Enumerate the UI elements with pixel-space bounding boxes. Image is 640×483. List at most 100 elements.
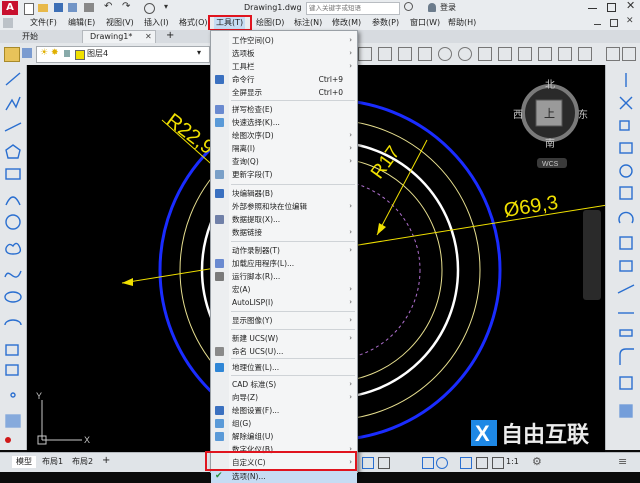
login-label[interactable]: 登录 — [440, 2, 456, 14]
tools-menu-item[interactable]: 显示图像(Y) › — [211, 314, 357, 327]
viewcube-top[interactable]: 上 — [544, 107, 555, 120]
ortho-icon[interactable] — [422, 457, 434, 469]
tools-menu-item[interactable]: 数据提取(X)... — [211, 213, 357, 226]
snap-icon[interactable] — [378, 457, 390, 469]
app-logo[interactable]: A — [2, 1, 18, 15]
tools-menu-item[interactable]: 数据链接 › — [211, 226, 357, 239]
tools-menu-item[interactable]: 绘图次序(D) › — [211, 129, 357, 142]
wcs-label[interactable]: WCS — [542, 161, 559, 168]
grid-icon[interactable] — [362, 457, 374, 469]
tools-menu-item[interactable]: 更新字段(T) — [211, 168, 357, 181]
continue-dim-icon[interactable] — [518, 47, 532, 61]
baseline-dim-icon[interactable] — [498, 47, 512, 61]
match-layer-icon[interactable] — [358, 47, 372, 61]
menu-view[interactable]: 视图(V) — [104, 17, 136, 29]
tab-drawing-bg[interactable]: Drawing1* ✕ — [82, 30, 156, 43]
angular-dim-icon[interactable] — [478, 47, 492, 61]
viewcube-north[interactable]: 北 — [545, 79, 555, 91]
menu-modify[interactable]: 修改(M) — [330, 17, 363, 29]
chevron-down-icon[interactable]: ▾ — [197, 48, 201, 57]
layer-properties-icon[interactable] — [4, 47, 20, 62]
menu-format[interactable]: 格式(O) — [177, 17, 210, 29]
tools-menu-item[interactable]: 动作录制器(T) › — [211, 244, 357, 257]
menubar-restore-icon[interactable] — [610, 19, 618, 27]
redo-icon[interactable]: ↷ — [122, 1, 130, 12]
undo-icon[interactable]: ↶ — [104, 1, 112, 12]
menubar-close-icon[interactable]: ✕ — [626, 16, 634, 26]
annotation-scale-value[interactable]: 1:1 — [506, 456, 519, 468]
layer-dropdown[interactable]: ☀ ✸ 图层4 ▾ — [36, 46, 210, 63]
tools-menu-item[interactable]: 工作空间(O) › — [211, 34, 357, 47]
tab-start[interactable]: 开始 — [22, 31, 38, 43]
close-icon[interactable]: ✕ — [626, 0, 635, 12]
linear-dim-icon[interactable] — [398, 47, 412, 61]
tools-menu-item[interactable]: 全屏显示 Ctrl+0 — [211, 86, 357, 99]
tolerance-icon[interactable] — [558, 47, 572, 61]
menu-draw[interactable]: 绘图(D) — [254, 17, 286, 29]
user-icon[interactable] — [428, 3, 436, 12]
add-layout-tab[interactable]: + — [102, 455, 110, 467]
tools-menu-item[interactable]: 外部参照和块在位编辑 › — [211, 200, 357, 213]
tools-menu-item[interactable]: 地理位置(L)... — [211, 361, 357, 374]
menu-window[interactable]: 窗口(W) — [408, 17, 442, 29]
viewcube-south[interactable]: 南 — [545, 137, 555, 150]
menu-parametric[interactable]: 参数(P) — [370, 17, 401, 29]
tools-menu-item[interactable]: 命名 UCS(U)... — [211, 345, 357, 358]
layout2-tab[interactable]: 布局2 — [72, 456, 93, 468]
tools-menu-item[interactable]: 新建 UCS(W) › — [211, 332, 357, 345]
customize-menu-icon[interactable]: ≡ — [618, 455, 627, 468]
dropdown-arrow-icon[interactable]: ▾ — [164, 2, 168, 11]
aligned-dim-icon[interactable] — [418, 47, 432, 61]
radius-dim-icon[interactable] — [438, 47, 452, 61]
tools-menu-item[interactable]: 绘图设置(F)... — [211, 404, 357, 417]
center-mark-icon[interactable] — [578, 47, 592, 61]
dim-diameter-text[interactable]: Ø69,3 — [502, 192, 559, 222]
tools-menu-item[interactable]: 宏(A) › — [211, 283, 357, 296]
menu-insert[interactable]: 插入(I) — [142, 17, 171, 29]
print-icon[interactable] — [84, 3, 94, 12]
search-box[interactable] — [306, 2, 400, 15]
dim-style-icon[interactable] — [378, 47, 392, 61]
search-icon[interactable] — [404, 2, 413, 11]
tools-menu-item[interactable]: 命令行 Ctrl+9 — [211, 73, 357, 86]
menu-help[interactable]: 帮助(H) — [446, 17, 478, 29]
tools-menu-item[interactable]: 块编辑器(B) — [211, 187, 357, 200]
tools-menu-item[interactable]: CAD 标准(S) › — [211, 378, 357, 391]
menu-edit[interactable]: 编辑(E) — [66, 17, 97, 29]
menubar-minimize-icon[interactable] — [594, 24, 601, 25]
tools-menu-item[interactable]: 解除编组(U) — [211, 430, 357, 443]
tools-menu-item[interactable]: 拼写检查(E) — [211, 103, 357, 116]
tools-menu-item[interactable]: 隔离(I) › — [211, 142, 357, 155]
save-icon[interactable] — [54, 3, 63, 12]
osnap-icon[interactable] — [460, 457, 472, 469]
leader-icon[interactable] — [538, 47, 552, 61]
annotation-scale-icon[interactable] — [492, 457, 504, 469]
tools-menu-item[interactable]: 加载应用程序(L)... — [211, 257, 357, 270]
open-file-icon[interactable] — [38, 4, 48, 12]
tools-menu-item[interactable]: 运行脚本(R)... — [211, 270, 357, 283]
tools-menu-item[interactable]: AutoLISP(I) › — [211, 296, 357, 309]
diameter-dim-icon[interactable] — [458, 47, 472, 61]
search-input[interactable] — [307, 3, 391, 13]
layout1-tab[interactable]: 布局1 — [42, 456, 63, 468]
tools-menu-item-options[interactable]: ✔ 选项(N)... — [211, 470, 357, 483]
dim-edit-icon[interactable] — [606, 47, 620, 61]
minimize-icon[interactable] — [588, 8, 597, 9]
tools-menu-item[interactable]: 工具栏 › — [211, 60, 357, 73]
lineweight-icon[interactable] — [476, 457, 488, 469]
share-icon[interactable] — [144, 3, 155, 14]
menu-file[interactable]: 文件(F) — [28, 17, 59, 29]
viewcube-east[interactable]: 东 — [578, 108, 588, 121]
polar-icon[interactable] — [436, 457, 448, 469]
tab-close-icon[interactable]: ✕ — [145, 31, 152, 43]
tab-add[interactable]: + — [166, 30, 174, 42]
workspace-gear-icon[interactable]: ⚙ — [532, 455, 542, 468]
tools-menu-item[interactable]: 选项板 › — [211, 47, 357, 60]
dim-update-icon[interactable] — [622, 47, 636, 61]
new-file-icon[interactable] — [24, 3, 34, 15]
restore-icon[interactable] — [607, 3, 616, 12]
tools-menu-item[interactable]: 查询(Q) › — [211, 155, 357, 168]
model-tab[interactable]: 模型 — [12, 456, 36, 468]
menu-dimension[interactable]: 标注(N) — [292, 17, 324, 29]
tools-menu-item[interactable]: 向导(Z) › — [211, 391, 357, 404]
